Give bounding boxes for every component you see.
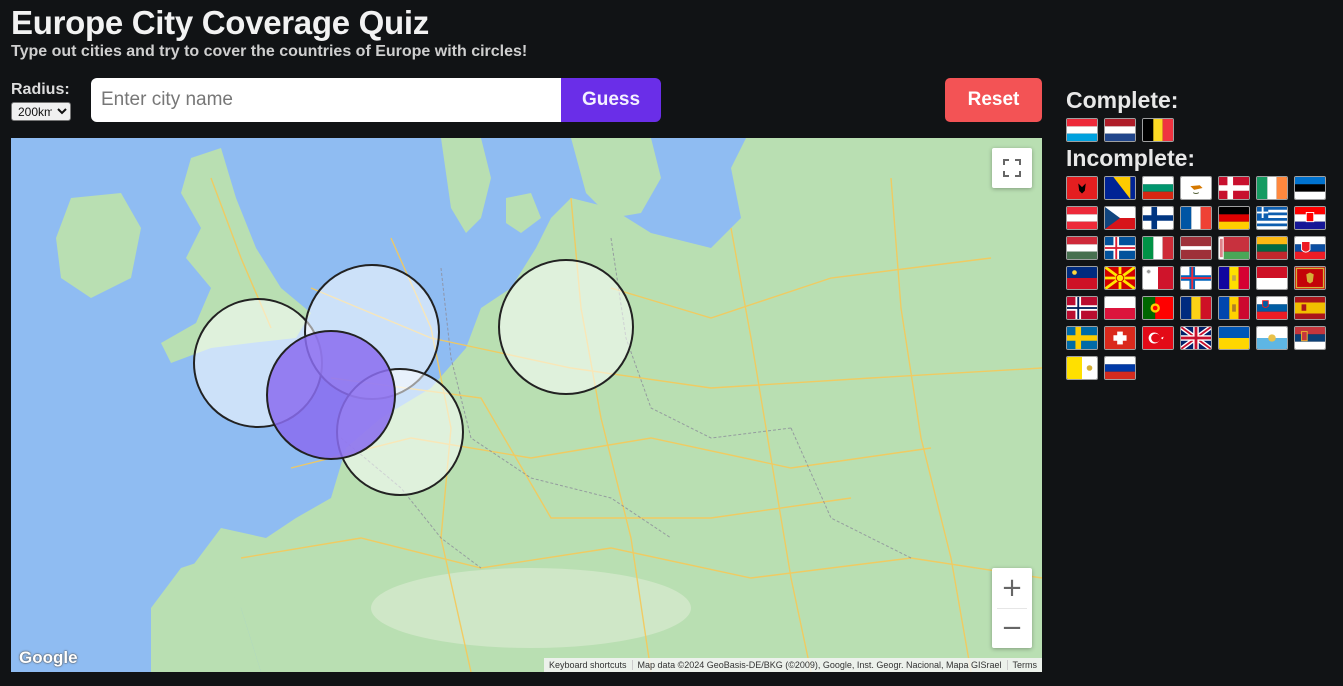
- north-macedonia-flag: [1104, 266, 1136, 290]
- slovakia-flag: [1294, 236, 1326, 260]
- austria-flag: [1066, 206, 1098, 230]
- malta-flag: [1142, 266, 1174, 290]
- denmark-flag: [1218, 176, 1250, 200]
- incomplete-heading: Incomplete:: [1066, 145, 1196, 171]
- romania-flag: [1180, 296, 1212, 320]
- faroe-islands-flag: [1180, 266, 1212, 290]
- liechtenstein-flag: [1066, 266, 1098, 290]
- bosnia-flag: [1104, 176, 1136, 200]
- poland-flag: [1104, 296, 1136, 320]
- incomplete-flag-list: [1066, 176, 1326, 380]
- united-kingdom-flag: [1180, 326, 1212, 350]
- radius-select[interactable]: 200km: [11, 102, 71, 121]
- guess-button[interactable]: Guess: [561, 78, 661, 122]
- germany-flag: [1218, 206, 1250, 230]
- switzerland-flag: [1104, 326, 1136, 350]
- map[interactable]: + − Google Keyboard shortcuts Map data ©…: [11, 138, 1042, 672]
- fullscreen-icon: [1003, 159, 1021, 177]
- estonia-flag: [1294, 176, 1326, 200]
- andorra-flag: [1218, 266, 1250, 290]
- san-marino-flag: [1256, 326, 1288, 350]
- slovenia-flag: [1256, 296, 1288, 320]
- radius-label: Radius:: [11, 81, 70, 98]
- italy-flag: [1142, 236, 1174, 260]
- serbia-flag: [1294, 326, 1326, 350]
- lithuania-flag: [1256, 236, 1288, 260]
- city-input[interactable]: [91, 78, 562, 122]
- google-logo: Google: [19, 648, 78, 667]
- netherlands-flag: [1104, 118, 1136, 142]
- complete-flag-list: [1066, 118, 1326, 142]
- latvia-flag: [1180, 236, 1212, 260]
- croatia-flag: [1294, 206, 1326, 230]
- hungary-flag: [1066, 236, 1098, 260]
- bulgaria-flag: [1142, 176, 1174, 200]
- complete-heading: Complete:: [1066, 87, 1179, 113]
- fullscreen-button[interactable]: [992, 148, 1032, 188]
- belarus-flag: [1218, 236, 1250, 260]
- belgium-flag: [1142, 118, 1174, 142]
- moldova-flag: [1218, 296, 1250, 320]
- france-flag: [1180, 206, 1212, 230]
- map-base-layer: [11, 138, 1042, 672]
- czechia-flag: [1104, 206, 1136, 230]
- ukraine-flag: [1218, 326, 1250, 350]
- luxembourg-flag: [1066, 118, 1098, 142]
- turkey-flag: [1142, 326, 1174, 350]
- spain-flag: [1294, 296, 1326, 320]
- map-attribution: Keyboard shortcuts Map data ©2024 GeoBas…: [544, 658, 1042, 672]
- russia-flag: [1104, 356, 1136, 380]
- iceland-flag: [1104, 236, 1136, 260]
- zoom-out-button[interactable]: −: [992, 608, 1032, 648]
- cyprus-flag: [1180, 176, 1212, 200]
- page-subtitle: Type out cities and try to cover the cou…: [11, 43, 528, 60]
- terms-link[interactable]: Terms: [1006, 660, 1043, 670]
- keyboard-shortcuts-link[interactable]: Keyboard shortcuts: [544, 660, 632, 670]
- albania-flag: [1066, 176, 1098, 200]
- page-title: Europe City Coverage Quiz: [11, 4, 429, 41]
- finland-flag: [1142, 206, 1174, 230]
- greece-flag: [1256, 206, 1288, 230]
- zoom-in-button[interactable]: +: [992, 568, 1032, 608]
- ireland-flag: [1256, 176, 1288, 200]
- vatican-flag: [1066, 356, 1098, 380]
- sweden-flag: [1066, 326, 1098, 350]
- norway-flag: [1066, 296, 1098, 320]
- monaco-flag: [1256, 266, 1288, 290]
- map-data-text: Map data ©2024 GeoBasis-DE/BKG (©2009), …: [631, 660, 1007, 670]
- montenegro-flag: [1294, 266, 1326, 290]
- zoom-control: + −: [992, 568, 1032, 648]
- portugal-flag: [1142, 296, 1174, 320]
- reset-button[interactable]: Reset: [945, 78, 1042, 122]
